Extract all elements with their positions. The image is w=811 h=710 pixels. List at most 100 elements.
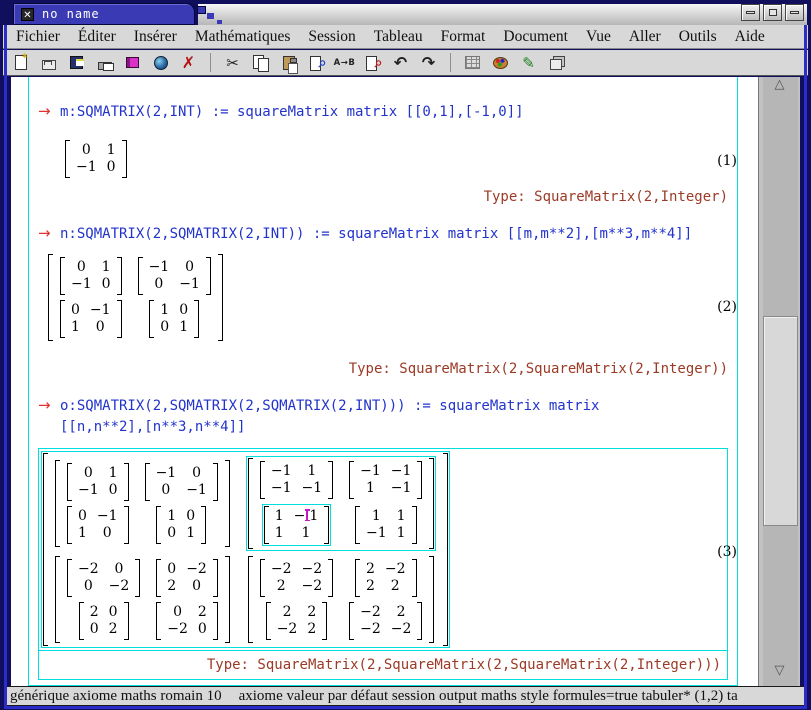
matrix-entry[interactable]: 0 [186, 508, 195, 524]
matrix-entry[interactable]: 0 [115, 561, 124, 577]
close-document-button[interactable] [176, 51, 201, 74]
matrix-entry[interactable]: 2 [277, 578, 286, 594]
insert-table-button[interactable] [460, 51, 485, 74]
matrix-entry[interactable]: 1 [186, 525, 195, 541]
matrix-entry[interactable]: −2 [277, 621, 298, 637]
close-icon[interactable]: ✕ [21, 8, 34, 21]
matrix-entry[interactable]: 0 [179, 302, 188, 318]
matrix-entry[interactable]: 1 [307, 463, 316, 479]
title-tab[interactable]: ✕ no name [13, 3, 195, 25]
matrix-entry[interactable]: 1 [397, 508, 406, 524]
menu-vue[interactable]: Vue [577, 27, 620, 47]
matrix-entry[interactable]: −1 [156, 465, 177, 481]
matrix-entry[interactable]: −2 [109, 578, 130, 594]
matrix-entry[interactable]: −2 [271, 561, 292, 577]
matrix-entry[interactable]: 0 [103, 525, 112, 541]
matrix-entry[interactable]: 2 [167, 578, 176, 594]
output-3-formula-area[interactable]: 01−10−100−10−1101001−11−1−1−1−11−11−1111… [39, 449, 727, 650]
matrix-entry[interactable]: −1 [271, 463, 292, 479]
menu-format[interactable]: Format [432, 27, 495, 47]
redo-button[interactable] [416, 51, 441, 74]
draw-button[interactable] [516, 51, 541, 74]
matrix-entry[interactable]: 1 [109, 465, 118, 481]
matrix-entry[interactable]: 1 [275, 525, 284, 541]
matrix-entry[interactable]: −2 [385, 561, 406, 577]
menu-tableau[interactable]: Tableau [365, 27, 432, 47]
matrix-entry[interactable]: 2 [307, 604, 316, 620]
matrix-entry[interactable]: 2 [283, 604, 292, 620]
menu-outils[interactable]: Outils [670, 27, 726, 47]
matrix-entry[interactable]: 2 [90, 604, 99, 620]
session-input-3-continued[interactable]: [[n,n**2],[n**3,n**4]] [60, 419, 245, 435]
document-area[interactable]: → m:SQMATRIX(2,INT) := squareMatrix matr… [11, 77, 758, 686]
matrix-entry[interactable]: 2 [397, 604, 406, 620]
menu-document[interactable]: Document [494, 27, 577, 47]
matrix-entry[interactable]: 2 [109, 621, 118, 637]
print-document-button[interactable] [92, 51, 117, 74]
matrix-entry[interactable]: 0 [78, 508, 87, 524]
session-input-1[interactable]: → m:SQMATRIX(2,INT) := squareMatrix matr… [38, 104, 524, 120]
matrix-entry[interactable]: 0 [198, 621, 207, 637]
matrix-entry[interactable]: 1 [366, 480, 375, 496]
matrix-entry[interactable]: −1 [271, 480, 292, 496]
open-document-button[interactable] [36, 51, 61, 74]
help-book-button[interactable] [120, 51, 145, 74]
paste-button[interactable] [276, 51, 301, 74]
input-text[interactable]: m:SQMATRIX(2,INT) := squareMatrix matrix… [60, 104, 524, 120]
matrix-entry[interactable]: 0 [161, 482, 170, 498]
input-text[interactable]: o:SQMATRIX(2,SQMATRIX(2,SQMATRIX(2,INT))… [60, 398, 599, 414]
matrix-entry[interactable]: 0 [192, 465, 201, 481]
menu-inserer[interactable]: Insérer [125, 27, 186, 47]
matrix-entry[interactable]: 1 [275, 508, 284, 524]
insert-frame-button[interactable] [544, 51, 569, 74]
matrix-entry[interactable]: 2 [307, 621, 316, 637]
cut-button[interactable] [220, 51, 245, 74]
undo-button[interactable] [388, 51, 413, 74]
shade-button[interactable] [785, 4, 804, 21]
matrix-entry[interactable]: −2 [360, 621, 381, 637]
matrix-entry[interactable]: 0 [109, 604, 118, 620]
vertical-scrollbar[interactable]: △ ▽ [758, 77, 800, 686]
session-output-1[interactable]: 01−10 [65, 140, 127, 178]
matrix-entry[interactable]: 0 [90, 621, 99, 637]
matrix-entry[interactable]: 2 [366, 561, 375, 577]
web-button[interactable] [148, 51, 173, 74]
matrix-entry[interactable]: −1 [97, 508, 118, 524]
matrix-entry[interactable]: 0 [84, 578, 93, 594]
matrix-entry[interactable]: 1 [102, 259, 111, 275]
session-output-2[interactable]: 01−10−100−10−1101001 [48, 254, 223, 341]
matrix-entry[interactable]: −1 [391, 480, 412, 496]
matrix-entry[interactable]: −2 [186, 561, 207, 577]
matrix-entry[interactable]: −2 [301, 578, 322, 594]
matrix-entry[interactable]: 0 [71, 302, 80, 318]
matrix-entry[interactable]: 1 [71, 319, 80, 335]
matrix-entry[interactable]: 1 [397, 525, 406, 541]
matrix-entry[interactable]: −1 [179, 276, 200, 292]
matrix-entry[interactable]: 0 [173, 604, 182, 620]
save-document-button[interactable] [64, 51, 89, 74]
matrix-entry[interactable]: 0 [160, 319, 169, 335]
matrix-entry[interactable]: −1 [360, 463, 381, 479]
scroll-down-icon[interactable]: ▽ [759, 664, 800, 678]
matrix-entry[interactable]: −1 [186, 482, 207, 498]
title-bar[interactable]: ✕ no name [0, 0, 811, 25]
menu-editer[interactable]: Éditer [69, 27, 125, 47]
matrix-entry[interactable]: 0 [107, 159, 116, 175]
matrix-entry[interactable]: 2 [366, 578, 375, 594]
matrix-entry[interactable]: 0 [82, 142, 91, 158]
session-input-3[interactable]: → o:SQMATRIX(2,SQMATRIX(2,SQMATRIX(2,INT… [38, 398, 599, 414]
menu-fichier[interactable]: Fichier [7, 27, 69, 47]
matrix-entry[interactable]: 0 [185, 259, 194, 275]
minimize-button[interactable] [741, 4, 760, 21]
session-input-2[interactable]: → n:SQMATRIX(2,SQMATRIX(2,INT)) := squar… [38, 226, 692, 242]
matrix-entry[interactable]: 0 [192, 578, 201, 594]
matrix-entry[interactable]: −1 [391, 463, 412, 479]
matrix-entry[interactable]: −2 [301, 561, 322, 577]
menu-aller[interactable]: Aller [620, 27, 670, 47]
matrix-entry[interactable]: −2 [360, 604, 381, 620]
matrix-entry[interactable]: −2 [78, 561, 99, 577]
matrix-entry[interactable]: 0 [154, 276, 163, 292]
matrix-entry[interactable]: 1 [179, 319, 188, 335]
matrix-entry[interactable]: −1 [301, 480, 322, 496]
matrix-entry[interactable]: 1 [107, 142, 116, 158]
